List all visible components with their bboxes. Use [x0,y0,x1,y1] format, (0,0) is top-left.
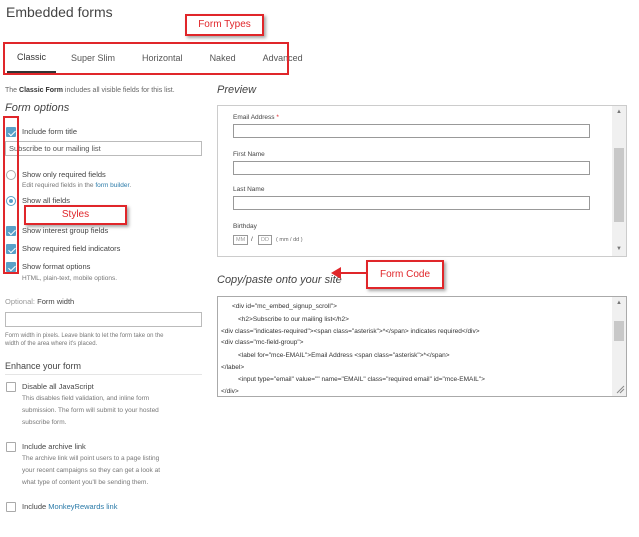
birthday-month-input[interactable]: MM [233,235,249,245]
code-line: </div> [221,388,239,395]
embed-code-textarea[interactable]: <div id="mc_embed_signup_scroll"> <h2>Su… [217,296,627,397]
code-line: <label for="mce-EMAIL">Email Address <sp… [238,352,450,359]
form-code-callout: Form Code [366,260,444,289]
preview-panel: Email Address * First Name Last Name Bir… [217,105,627,257]
intro-form-name: Classic Form [19,87,63,94]
disable-js-desc-3: subscribe form. [22,419,67,426]
enhance-heading: Enhance your form [5,361,82,371]
code-heading: Copy/paste onto your site [217,274,342,286]
show-required-desc-suffix: . [129,182,132,189]
format-options-label: Show format options [22,262,91,271]
required-asterisk: * [276,114,279,121]
form-title-input[interactable]: Subscribe to our mailing list [5,141,202,156]
form-description: The Classic Form includes all visible fi… [5,87,175,94]
monkeyrewards-label: Include MonkeyRewards link [22,502,117,511]
email-field-label: Email Address * [233,114,279,121]
last-name-label: Last Name [233,186,265,193]
form-width-help-2: width of the area where it's placed. [5,341,98,347]
birthday-day-input[interactable]: DD [258,235,272,245]
disable-js-label: Disable all JavaScript [22,382,94,391]
monkeyrewards-checkbox[interactable] [6,502,16,512]
show-all-label: Show all fields [22,196,70,205]
email-label-text: Email Address [233,114,275,121]
archive-desc-2: your recent campaigns so they can get a … [22,467,161,474]
disable-js-desc-2: submission. The form will submit to your… [22,407,159,414]
scroll-down-arrow-icon[interactable]: ▼ [616,246,622,252]
resize-handle-icon[interactable] [616,385,625,394]
intro-prefix: The [5,87,20,94]
archive-desc-3: what type of content you'll be sending t… [22,479,149,486]
scroll-up-arrow-icon[interactable]: ▲ [616,109,622,115]
birthday-label: Birthday [233,223,257,230]
code-line: <div id="mc_embed_signup_scroll"> [232,303,337,310]
disable-js-desc-1: This disables field validation, and inli… [22,395,150,402]
archive-desc-1: The archive link will point users to a p… [22,455,160,462]
preview-scroll-thumb[interactable] [614,148,624,222]
disable-js-checkbox[interactable] [6,382,16,392]
form-options-heading: Form options [5,102,70,114]
code-scroll-thumb[interactable] [614,321,624,341]
code-scroll-up-icon[interactable]: ▲ [616,300,622,306]
show-required-desc-prefix: Edit required fields in the [22,182,96,189]
form-types-callout: Form Types [185,14,264,36]
archive-link-label: Include archive link [22,442,86,451]
code-line: <input type="email" value="" name="EMAIL… [238,376,485,383]
birthday-slash: / [251,236,253,243]
page-title: Embedded forms [6,4,113,20]
preview-email-input[interactable] [233,124,590,138]
monkeyrewards-prefix: Include [22,502,49,511]
show-required-label: Show only required fields [22,170,106,179]
form-width-title: Form width [37,297,75,306]
monkeyrewards-link[interactable]: MonkeyRewards link [48,502,117,511]
intro-suffix: includes all visible fields for this lis… [62,87,175,94]
code-line: </label> [221,364,245,371]
archive-link-checkbox[interactable] [6,442,16,452]
form-code-arrow-icon [331,267,367,279]
preview-first-name-input[interactable] [233,161,590,175]
required-indicators-label: Show required field indicators [22,244,121,253]
format-options-desc: HTML, plain-text, mobile options. [22,275,118,282]
preview-last-name-input[interactable] [233,196,590,210]
form-width-label: Optional: Form width [5,297,74,306]
form-width-help-1: Form width in pixels. Leave blank to let… [5,333,164,339]
code-line: <div class="indicates-required"><span cl… [221,328,480,335]
enhance-divider [5,374,202,375]
code-scrollbar[interactable] [612,297,626,396]
styles-callout: Styles [24,205,127,225]
code-line: <h2>Subscribe to our mailing list</h2> [238,316,349,323]
birthday-hint: ( mm / dd ) [276,237,303,243]
styles-highlight [3,116,19,274]
form-builder-link[interactable]: form builder [95,182,129,189]
preview-heading: Preview [217,84,257,96]
form-width-optional: Optional: [5,297,36,306]
form-width-input[interactable] [5,312,202,327]
code-line: <div class="mc-field-group"> [221,339,304,346]
form-types-highlight [3,42,289,75]
include-title-label: Include form title [22,127,78,136]
show-required-desc: Edit required fields in the form builder… [22,182,131,189]
interest-groups-label: Show interest group fields [22,226,109,235]
first-name-label: First Name [233,151,265,158]
